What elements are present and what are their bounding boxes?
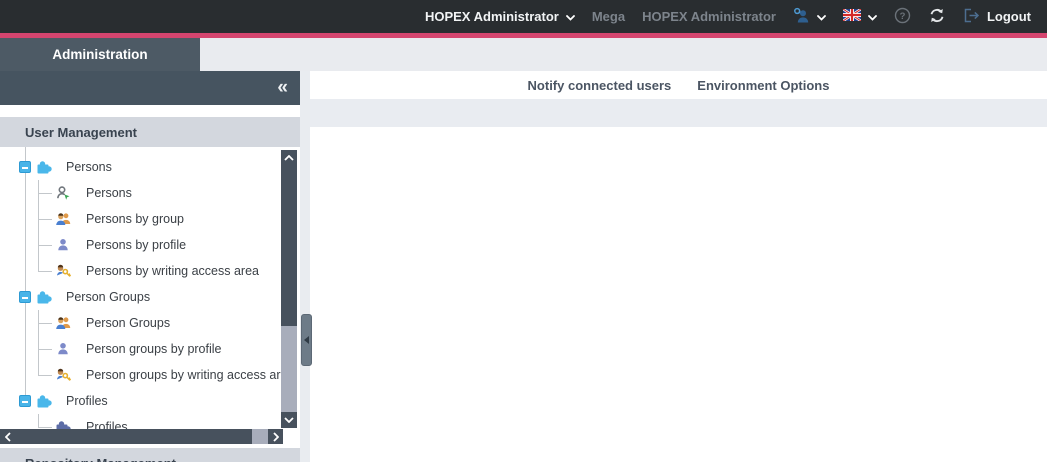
section-user-management-title: User Management (25, 124, 137, 140)
collapse-minus-icon[interactable] (19, 395, 31, 407)
person-icon (55, 185, 71, 201)
mega-menu-label: Mega (591, 9, 626, 24)
app-menu-label: HOPEX Administrator (424, 9, 559, 24)
tree-leaf-persons-by-profile[interactable]: Persons by profile (0, 232, 281, 258)
tree-node-persons[interactable]: Persons (0, 154, 281, 180)
section-user-management[interactable]: User Management (0, 117, 300, 147)
refresh-button[interactable] (928, 8, 946, 26)
tree-leaf-person-groups[interactable]: Person Groups (0, 310, 281, 336)
collapse-minus-icon[interactable] (19, 291, 31, 303)
scroll-down-button[interactable] (281, 412, 297, 428)
mega-menu[interactable]: Mega (592, 9, 625, 24)
menu-environment-options[interactable]: Environment Options (697, 78, 829, 93)
tree-leaf-persons-by-writing-access-area[interactable]: Persons by writing access area (0, 258, 281, 284)
person-key-icon (793, 7, 810, 27)
tree-leaf-label: Person Groups (86, 316, 171, 330)
persons-group-icon (55, 315, 71, 331)
logout-icon (963, 8, 980, 26)
persons-group-icon (55, 211, 71, 227)
tree-leaf-label: Profiles (86, 420, 128, 429)
tree-node-label: Persons (66, 160, 112, 174)
menu-notify-connected-users[interactable]: Notify connected users (528, 78, 672, 93)
tree-connector-line (38, 310, 39, 375)
tree-leaf-label: Persons (86, 186, 132, 200)
main-content: Notify connected users Environment Optio… (310, 71, 1047, 462)
tree-leaf-person-groups-by-writing-access-area[interactable]: Person groups by writing access area (0, 362, 281, 388)
person-profile-icon (55, 341, 71, 357)
scroll-left-button[interactable] (0, 429, 15, 444)
splitter-collapse-handle[interactable] (301, 314, 312, 366)
tree-node-profiles[interactable]: Profiles (0, 388, 281, 414)
profile-name-label: HOPEX Administrator (642, 9, 776, 24)
tree-node-label: Person Groups (66, 290, 151, 304)
hopex-administration-window: HOPEX Administrator Mega HOPEX Administr… (0, 0, 1047, 462)
app-menu-hopex-administrator[interactable]: HOPEX Administrator (425, 9, 575, 24)
user-session-menu[interactable] (793, 7, 826, 27)
tree-leaf-persons[interactable]: Persons (0, 180, 281, 206)
help-button[interactable]: ? (894, 7, 911, 27)
profile-name: HOPEX Administrator (642, 9, 776, 24)
section-repository-management[interactable]: Repository Management (0, 448, 300, 462)
key-person-icon (55, 367, 72, 383)
key-person-icon (55, 263, 72, 279)
horizontal-scrollbar-thumb[interactable] (15, 429, 252, 444)
tree-leaf-label: Person groups by profile (86, 342, 222, 356)
tree-horizontal-scrollbar[interactable] (0, 429, 283, 444)
refresh-icon (928, 8, 946, 26)
chevron-down-icon (817, 9, 826, 24)
vertical-scrollbar-track[interactable] (281, 326, 297, 412)
tree-leaf-label: Persons by profile (86, 238, 187, 252)
tree-leaf-label: Persons by group (86, 212, 184, 226)
tree-connector-line (25, 147, 26, 401)
puzzle-icon (36, 289, 52, 305)
chevron-down-icon (868, 9, 877, 24)
person-profile-icon (55, 237, 71, 253)
main-menubar: Notify connected users Environment Optio… (310, 71, 1047, 99)
top-bar: HOPEX Administrator Mega HOPEX Administr… (0, 0, 1047, 33)
chevron-down-icon (565, 9, 575, 24)
sidebar: « User Management Persons Persons Person… (0, 71, 300, 462)
svg-text:?: ? (900, 11, 906, 22)
scroll-up-button[interactable] (281, 150, 297, 166)
tree-node-person-groups[interactable]: Person Groups (0, 284, 281, 310)
triangle-left-icon (304, 336, 309, 344)
uk-flag-icon (842, 7, 862, 24)
tree-leaf-persons-by-group[interactable]: Persons by group (0, 206, 281, 232)
user-management-tree: Persons Persons Persons by group Persons… (0, 147, 281, 429)
collapse-minus-icon[interactable] (19, 161, 31, 173)
puzzle-icon (36, 159, 52, 175)
tree-leaf-label: Person groups by writing access area (86, 368, 281, 382)
puzzle-dark-icon (55, 419, 71, 429)
tree-leaf-profiles[interactable]: Profiles (0, 414, 281, 429)
scroll-right-button[interactable] (268, 429, 283, 444)
logout-label: Logout (986, 9, 1031, 24)
tree-connector-line (38, 414, 39, 427)
language-menu[interactable] (842, 7, 877, 24)
horizontal-scrollbar-track[interactable] (252, 429, 268, 444)
sidebar-header: « (0, 71, 300, 105)
main-toolbar-band (310, 99, 1047, 127)
help-icon: ? (894, 7, 911, 27)
tab-administration-label: Administration (52, 47, 148, 62)
puzzle-icon (36, 393, 52, 409)
tab-row: Administration (0, 38, 1047, 71)
section-repository-management-title: Repository Management (25, 456, 176, 462)
collapse-sidebar-button[interactable]: « (277, 76, 288, 100)
tab-administration[interactable]: Administration (0, 38, 200, 71)
splitter-gap (300, 71, 312, 462)
tree-vertical-scrollbar[interactable] (281, 150, 297, 428)
vertical-scrollbar-thumb[interactable] (281, 166, 297, 326)
tree-leaf-label: Persons by writing access area (86, 264, 259, 278)
tree-connector-line (38, 180, 39, 271)
tree-node-label: Profiles (66, 394, 108, 408)
logout-button[interactable]: Logout (963, 8, 1031, 26)
tree-leaf-person-groups-by-profile[interactable]: Person groups by profile (0, 336, 281, 362)
